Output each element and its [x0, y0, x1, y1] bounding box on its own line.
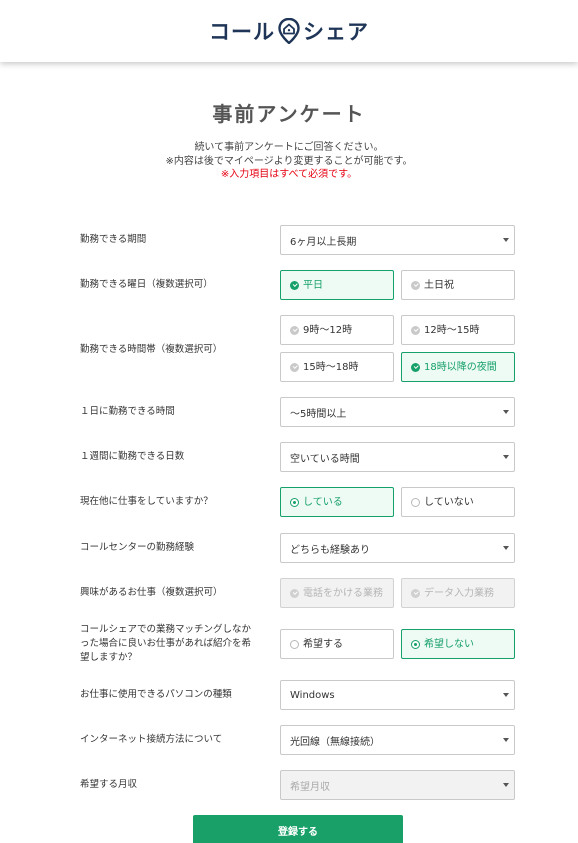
internet-value: 光回線（無線接続） [290, 736, 380, 748]
chevron-down-icon [503, 693, 509, 697]
salary-select[interactable]: 希望月収 [280, 770, 515, 800]
days-label: 勤務できる曜日（複数選択可） [80, 279, 213, 290]
check-icon [290, 588, 299, 598]
brand-text-part1: コール [209, 20, 275, 44]
check-icon [411, 362, 420, 372]
matching-option-yes[interactable]: 希望する [280, 629, 394, 659]
chevron-down-icon [503, 783, 509, 787]
house-pin-icon [278, 18, 300, 44]
callcenter-exp-select[interactable]: どちらも経験あり [280, 533, 515, 563]
check-icon [290, 362, 299, 372]
intro-line-2: ※内容は後でマイページより変更することが可能です。 [165, 155, 413, 167]
chevron-down-icon [503, 238, 509, 242]
chevron-down-icon [503, 455, 509, 459]
brand-logo[interactable]: コール シェア [209, 16, 369, 46]
page-title: 事前アンケート [212, 102, 366, 126]
interests-label: 興味があるお仕事（複数選択可） [80, 587, 223, 598]
period-select[interactable]: 6ヶ月以上長期 [280, 225, 515, 255]
check-icon [411, 325, 420, 335]
other-job-label: 現在他に仕事をしていますか？ [80, 496, 213, 507]
period-value: 6ヶ月以上長期 [290, 236, 357, 248]
callcenter-exp-label: コールセンターの勤務経験 [80, 542, 195, 553]
days-option-weekend[interactable]: 土日祝 [401, 270, 515, 300]
timeslot-option-9-12[interactable]: 9時〜12時 [280, 315, 394, 345]
check-icon [411, 280, 420, 290]
pc-type-value: Windows [290, 689, 335, 701]
brand-text-part2: シェア [303, 20, 369, 44]
site-header: コール シェア [0, 0, 578, 62]
weekly-days-select[interactable]: 空いている時間 [280, 442, 515, 472]
matching-option-no[interactable]: 希望しない [401, 629, 515, 659]
pc-type-select[interactable]: Windows [280, 680, 515, 710]
timeslot-option-15-18[interactable]: 15時〜18時 [280, 352, 394, 382]
timeslot-option-12-15[interactable]: 12時〜15時 [401, 315, 515, 345]
internet-select[interactable]: 光回線（無線接続） [280, 725, 515, 755]
intro-text: 続いて事前アンケートにご回答ください。 ※内容は後でマイページより変更することが… [0, 141, 578, 182]
daily-hours-label: １日に勤務できる時間 [80, 406, 175, 417]
daily-hours-value: 〜5時間以上 [290, 408, 347, 420]
weekly-days-label: １週間に勤務できる日数 [80, 451, 185, 462]
radio-icon [411, 497, 420, 507]
timeslots-label: 勤務できる時間帯（複数選択可） [80, 344, 223, 355]
timeslot-option-night[interactable]: 18時以降の夜間 [401, 352, 515, 382]
salary-placeholder: 希望月収 [290, 781, 330, 793]
daily-hours-select[interactable]: 〜5時間以上 [280, 397, 515, 427]
register-button[interactable]: 登録する [193, 815, 403, 843]
other-job-option-yes[interactable]: している [280, 487, 394, 517]
check-icon [411, 588, 420, 598]
required-note: ※入力項目はすべて必須です。 [220, 169, 358, 180]
radio-icon [411, 639, 420, 649]
interest-option-data-entry[interactable]: データ入力業務 [401, 578, 515, 608]
pc-type-label: お仕事に使用できるパソコンの種類 [80, 689, 232, 700]
interest-option-calling[interactable]: 電話をかける業務 [280, 578, 394, 608]
callcenter-exp-value: どちらも経験あり [290, 544, 370, 556]
chevron-down-icon [503, 738, 509, 742]
radio-icon [290, 497, 299, 507]
check-icon [290, 280, 299, 290]
matching-label: コールシェアでの業務マッチングしなかった場合に良いお仕事があれば紹介を希望します… [80, 624, 252, 663]
radio-icon [290, 639, 299, 649]
weekly-days-value: 空いている時間 [290, 453, 360, 465]
period-label: 勤務できる期間 [80, 234, 147, 245]
check-icon [290, 325, 299, 335]
internet-label: インターネット接続方法について [80, 734, 223, 745]
salary-label: 希望する月収 [80, 779, 138, 790]
chevron-down-icon [503, 546, 509, 550]
days-option-weekday[interactable]: 平日 [280, 270, 394, 300]
other-job-option-no[interactable]: していない [401, 487, 515, 517]
intro-line-1: 続いて事前アンケートにご回答ください。 [194, 142, 384, 153]
chevron-down-icon [503, 410, 509, 414]
